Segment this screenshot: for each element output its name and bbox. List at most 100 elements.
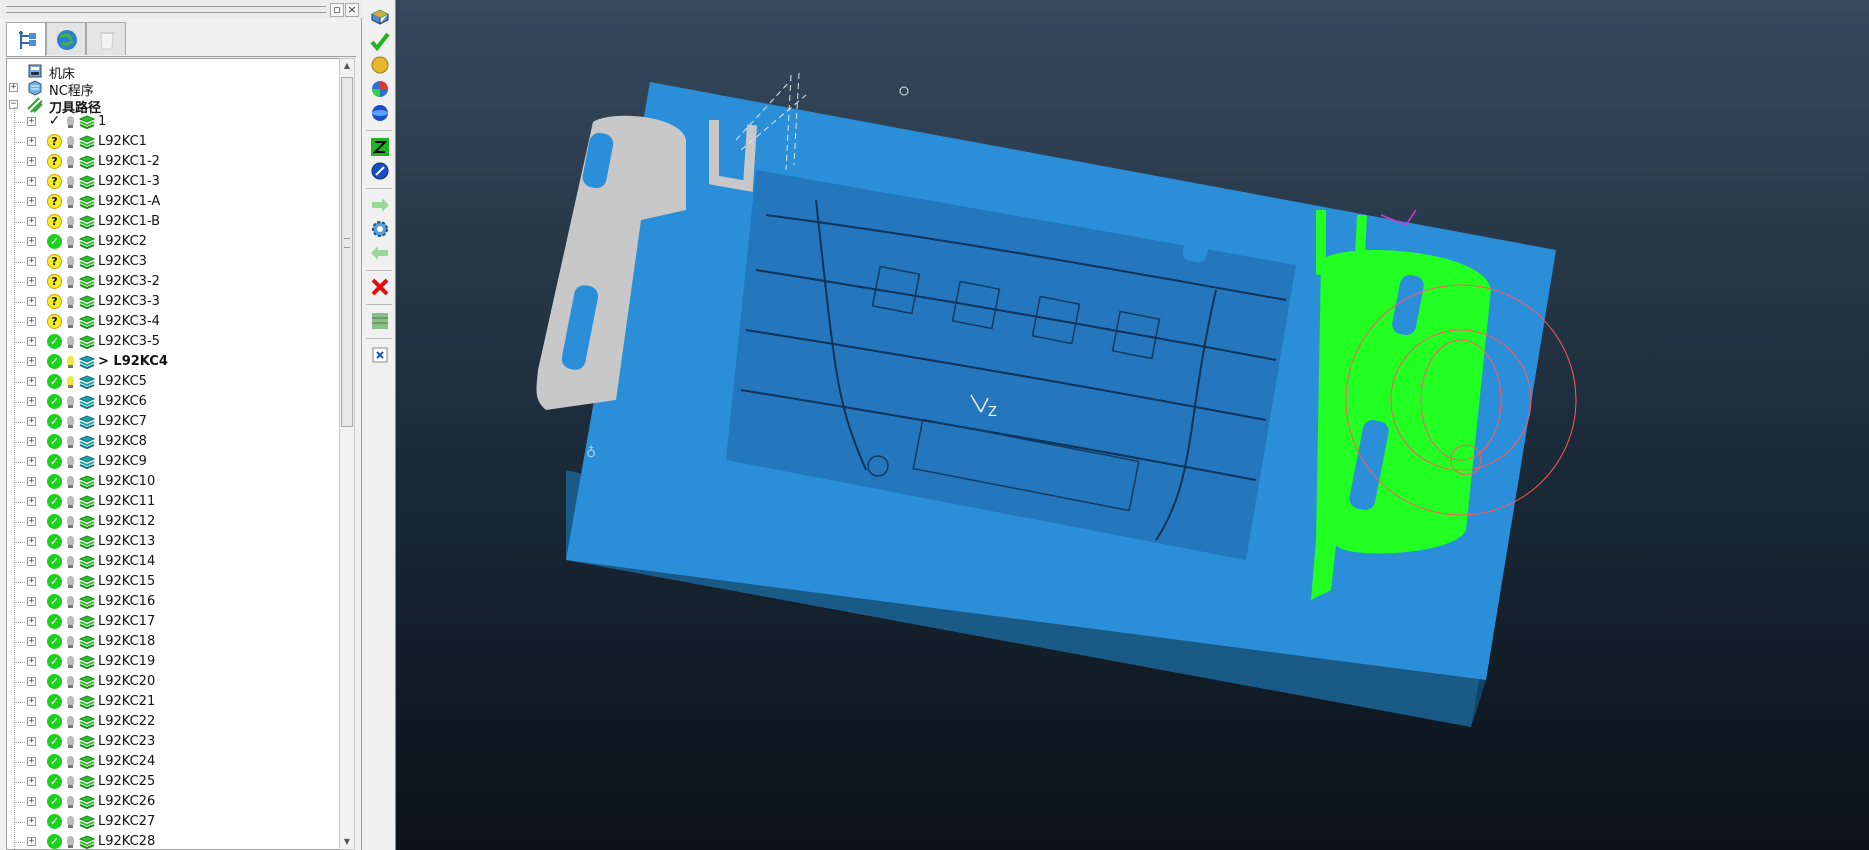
visibility-bulb-icon[interactable]: [67, 256, 74, 268]
toolpath-row[interactable]: + ✓ L92KC28: [7, 832, 337, 849]
visibility-bulb-icon[interactable]: [67, 116, 74, 128]
toolpath-row[interactable]: + ✓ L92KC2: [7, 232, 337, 252]
visibility-bulb-icon[interactable]: [67, 696, 74, 708]
expand-icon[interactable]: +: [27, 257, 36, 266]
expand-icon[interactable]: +: [27, 657, 36, 666]
expand-icon[interactable]: +: [27, 837, 36, 846]
tree-scrollbar[interactable]: ▲ ▼: [339, 58, 355, 850]
blue-ball-icon[interactable]: [369, 102, 391, 124]
toolpath-row[interactable]: + ✓ L92KC13: [7, 532, 337, 552]
visibility-bulb-icon[interactable]: [67, 176, 74, 188]
expand-icon[interactable]: +: [27, 417, 36, 426]
expand-icon[interactable]: +: [27, 217, 36, 226]
expand-icon[interactable]: +: [27, 357, 36, 366]
visibility-bulb-icon[interactable]: [67, 276, 74, 288]
expand-icon[interactable]: +: [27, 397, 36, 406]
sphere-icon[interactable]: [369, 54, 391, 76]
visibility-bulb-icon[interactable]: [67, 796, 74, 808]
tab-recycle-bin-view[interactable]: [86, 22, 126, 55]
toolpath-row[interactable]: + ✓ L92KC9: [7, 452, 337, 472]
visibility-bulb-icon[interactable]: [67, 516, 74, 528]
expand-icon[interactable]: +: [27, 277, 36, 286]
compass-icon[interactable]: [369, 160, 391, 182]
expand-icon[interactable]: +: [27, 477, 36, 486]
toolpath-row[interactable]: + ✓ L92KC27: [7, 812, 337, 832]
visibility-bulb-icon[interactable]: [67, 296, 74, 308]
toolpath-row[interactable]: + ✓ L92KC12: [7, 512, 337, 532]
expand-icon[interactable]: +: [27, 117, 36, 126]
red-x-icon[interactable]: [369, 276, 391, 298]
toolpath-row[interactable]: + ✓ L92KC11: [7, 492, 337, 512]
expand-icon[interactable]: +: [27, 337, 36, 346]
scroll-thumb[interactable]: [341, 77, 353, 427]
visibility-bulb-icon[interactable]: [67, 376, 74, 388]
toolpath-row[interactable]: + ✓ L92KC8: [7, 432, 337, 452]
check-icon[interactable]: [369, 30, 391, 52]
expand-icon[interactable]: +: [27, 797, 36, 806]
toolpath-row[interactable]: +? L92KC1-2: [7, 152, 337, 172]
visibility-bulb-icon[interactable]: [67, 356, 74, 368]
visibility-bulb-icon[interactable]: [67, 596, 74, 608]
expand-icon[interactable]: +: [27, 177, 36, 186]
toolpath-row[interactable]: + ✓ L92KC26: [7, 792, 337, 812]
expand-icon[interactable]: +: [27, 717, 36, 726]
visibility-bulb-icon[interactable]: [67, 436, 74, 448]
visibility-bulb-icon[interactable]: [67, 636, 74, 648]
gear-icon[interactable]: [369, 218, 391, 240]
drag-grip[interactable]: [6, 6, 326, 13]
visibility-bulb-icon[interactable]: [67, 396, 74, 408]
expand-icon[interactable]: +: [27, 297, 36, 306]
visibility-bulb-icon[interactable]: [67, 776, 74, 788]
visibility-bulb-icon[interactable]: [67, 816, 74, 828]
small-x-icon[interactable]: [369, 344, 391, 366]
expand-icon[interactable]: +: [27, 197, 36, 206]
toolpath-row[interactable]: +? L92KC1-B: [7, 212, 337, 232]
expand-icon[interactable]: +: [27, 677, 36, 686]
visibility-bulb-icon[interactable]: [67, 236, 74, 248]
visibility-bulb-icon[interactable]: [67, 676, 74, 688]
toolpath-row[interactable]: + ✓ L92KC20: [7, 672, 337, 692]
expand-icon[interactable]: +: [27, 577, 36, 586]
toolpath-row[interactable]: + ✓ L92KC15: [7, 572, 337, 592]
visibility-bulb-icon[interactable]: [67, 736, 74, 748]
visibility-bulb-icon[interactable]: [67, 136, 74, 148]
expand-icon[interactable]: +: [27, 237, 36, 246]
expand-icon[interactable]: +: [27, 137, 36, 146]
tab-globe-view[interactable]: [46, 22, 86, 55]
toolpath-row[interactable]: + ✓ L92KC10: [7, 472, 337, 492]
toolpath-row[interactable]: + ✓ > L92KC4: [7, 352, 337, 372]
toolpath-row[interactable]: +? L92KC1: [7, 132, 337, 152]
visibility-bulb-icon[interactable]: [67, 496, 74, 508]
expand-icon[interactable]: +: [27, 437, 36, 446]
expand-icon[interactable]: +: [27, 777, 36, 786]
visibility-bulb-icon[interactable]: [67, 716, 74, 728]
expand-icon[interactable]: +: [27, 737, 36, 746]
toolpath-row[interactable]: +? L92KC3: [7, 252, 337, 272]
expand-icon[interactable]: +: [27, 817, 36, 826]
visibility-bulb-icon[interactable]: [67, 656, 74, 668]
visibility-bulb-icon[interactable]: [67, 336, 74, 348]
explorer-tree[interactable]: 机床 + NC程序 − 刀具路径 + ✓ 1 +? L92KC1 +? L92KC1-2 +?…: [6, 58, 339, 850]
expand-icon[interactable]: +: [27, 517, 36, 526]
toolpath-row[interactable]: + ✓ L92KC17: [7, 612, 337, 632]
mold-model-view[interactable]: Z ♁: [396, 0, 1869, 850]
expand-icon[interactable]: +: [27, 757, 36, 766]
visibility-bulb-icon[interactable]: [67, 156, 74, 168]
expand-icon[interactable]: +: [27, 317, 36, 326]
visibility-bulb-icon[interactable]: [67, 836, 74, 848]
toolpath-row[interactable]: + ✓ 1: [7, 112, 337, 132]
visibility-bulb-icon[interactable]: [67, 576, 74, 588]
toolpath-row[interactable]: +? L92KC1-3: [7, 172, 337, 192]
toolpath-row[interactable]: +? L92KC3-3: [7, 292, 337, 312]
expand-icon[interactable]: +: [27, 617, 36, 626]
z-axis-icon[interactable]: [369, 136, 391, 158]
toolpath-row[interactable]: +? L92KC3-2: [7, 272, 337, 292]
expand-icon[interactable]: +: [27, 697, 36, 706]
toolpath-row[interactable]: + ✓ L92KC5: [7, 372, 337, 392]
arrow-right-icon[interactable]: [369, 194, 391, 216]
toolpath-row[interactable]: +? L92KC3-4: [7, 312, 337, 332]
toolpath-row[interactable]: + ✓ L92KC7: [7, 412, 337, 432]
stock-icon[interactable]: [369, 6, 391, 28]
toolpath-row[interactable]: + ✓ L92KC6: [7, 392, 337, 412]
expand-icon[interactable]: +: [27, 557, 36, 566]
